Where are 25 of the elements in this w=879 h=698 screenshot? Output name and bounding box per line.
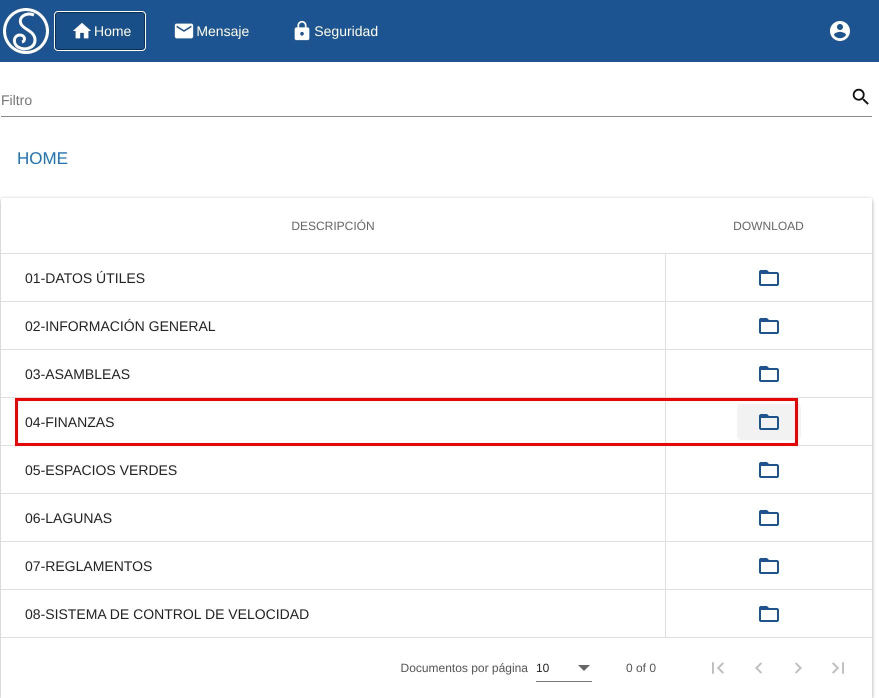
table-cell: 05-ESPACIOS VERDES	[1, 446, 666, 493]
page-title: HOME	[17, 149, 68, 169]
page-range: 0 of 0	[626, 661, 656, 675]
last-page-icon	[832, 662, 844, 674]
table-cell: 01-DATOS ÚTILES	[1, 254, 666, 301]
nav-tab[interactable]: Seguridad	[274, 11, 394, 51]
nav-tab[interactable]: Home	[54, 11, 146, 51]
page-size-select[interactable]: 10	[536, 654, 592, 682]
table-cell: 06-LAGUNAS	[1, 494, 666, 541]
table-cell: 04-FINANZAS	[1, 398, 666, 445]
table-cell: 07-REGLAMENTOS	[1, 542, 666, 589]
table-cell: 02-INFORMACIÓN GENERAL	[1, 302, 666, 349]
column-header: DESCRIPCIÓN	[290, 218, 376, 234]
caret-icon	[578, 664, 590, 670]
download-button[interactable]	[737, 404, 801, 440]
account-icon	[828, 19, 852, 43]
chevron-left-icon	[754, 662, 762, 674]
first-page-icon	[712, 662, 724, 674]
chevron-right-icon	[794, 662, 802, 674]
column-header: DOWNLOAD	[732, 218, 805, 234]
nav-tab[interactable]: Mensaje	[156, 11, 264, 51]
table-cell: 03-ASAMBLEAS	[1, 350, 666, 397]
page-size-label: Documentos por página	[400, 661, 528, 675]
account-button[interactable]	[828, 19, 852, 43]
table-cell: 08-SISTEMA DE CONTROL DE VELOCIDAD	[1, 590, 666, 637]
